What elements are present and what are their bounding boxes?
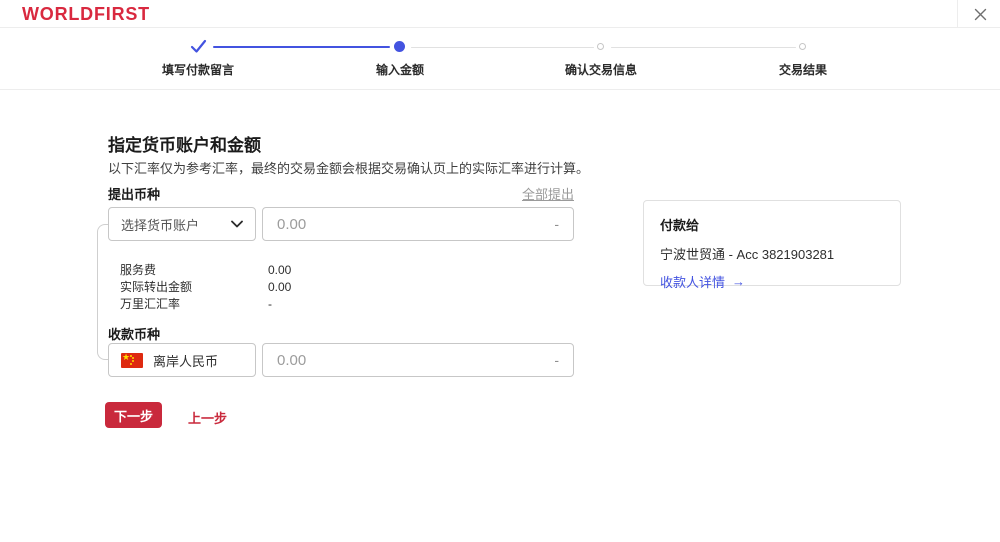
previous-step-button[interactable]: 上一步: [188, 408, 227, 427]
target-amount-field: -: [262, 343, 574, 377]
step-pending-circle: [799, 43, 806, 50]
target-currency-select[interactable]: ★ 离岸人民币: [108, 343, 256, 377]
source-amount-field: -: [262, 207, 574, 241]
step-connector-done: [213, 46, 390, 48]
page-title: 指定货币账户和金额: [108, 131, 261, 156]
step-pending-circle: [597, 43, 604, 50]
step-connector-pending: [411, 47, 594, 48]
chevron-down-icon: [231, 220, 243, 228]
arrow-right-icon: →: [732, 274, 745, 289]
step-done-check-icon: [190, 39, 207, 54]
close-button[interactable]: [968, 4, 992, 24]
china-flag-icon: ★: [121, 353, 143, 368]
target-currency-value: 离岸人民币: [153, 351, 243, 370]
source-account-select-placeholder: 选择货币账户: [121, 215, 231, 234]
target-amount-suffix: -: [554, 352, 559, 368]
currency-swap-connector: [97, 224, 108, 360]
fee-row-actual-transfer-amount: 实际转出金额 0.00: [120, 278, 420, 295]
page-subtitle: 以下汇率仅为参考汇率，最终的交易金额会根据交易确认页上的实际汇率进行计算。: [108, 158, 589, 177]
worldfirst-logo[interactable]: WORLDFIRST: [22, 4, 150, 25]
step-label-transaction-result: 交易结果: [779, 61, 827, 78]
step-connector-pending: [611, 47, 796, 48]
fee-value: -: [268, 297, 272, 311]
payee-details-link-label: 收款人详情: [660, 272, 725, 291]
topbar-divider: [957, 0, 958, 27]
step-label-confirm-transaction: 确认交易信息: [565, 61, 637, 78]
target-amount-input[interactable]: [277, 352, 546, 369]
fee-value: 0.00: [268, 263, 291, 277]
payee-card: 付款给 宁波世贸通 - Acc 3821903281 收款人详情 →: [643, 200, 901, 286]
step-label-enter-amount[interactable]: 输入金额: [376, 61, 424, 78]
top-bar: WORLDFIRST: [0, 0, 1000, 28]
fee-summary: 服务费 0.00 实际转出金额 0.00 万里汇汇率 -: [120, 261, 420, 312]
worldfirst-payment-window: WORLDFIRST 填写付款留言 输入金额 确认交易信息 交易结果 指定货币账…: [0, 0, 1000, 542]
fee-row-service-fee: 服务费 0.00: [120, 261, 420, 278]
source-account-select[interactable]: 选择货币账户: [108, 207, 256, 241]
close-icon: [974, 8, 987, 21]
fee-row-worldfirst-rate: 万里汇汇率 -: [120, 295, 420, 312]
progress-stepper: 填写付款留言 输入金额 确认交易信息 交易结果: [0, 28, 1000, 90]
fee-value: 0.00: [268, 280, 291, 294]
withdraw-all-link[interactable]: 全部提出: [522, 184, 574, 203]
fee-label: 万里汇汇率: [120, 295, 268, 312]
step-active-dot: [394, 41, 405, 52]
source-amount-input[interactable]: [277, 216, 546, 233]
fee-label: 实际转出金额: [120, 278, 268, 295]
next-step-button[interactable]: 下一步: [105, 402, 162, 428]
target-currency-label: 收款币种: [108, 324, 160, 343]
step-label-payment-note[interactable]: 填写付款留言: [162, 61, 234, 78]
payee-details-link[interactable]: 收款人详情 →: [660, 272, 745, 291]
payee-account-text: 宁波世贸通 - Acc 3821903281: [660, 244, 884, 263]
payee-card-title: 付款给: [660, 215, 884, 234]
source-currency-label: 提出币种: [108, 184, 160, 203]
fee-label: 服务费: [120, 261, 268, 278]
source-amount-suffix: -: [554, 216, 559, 232]
